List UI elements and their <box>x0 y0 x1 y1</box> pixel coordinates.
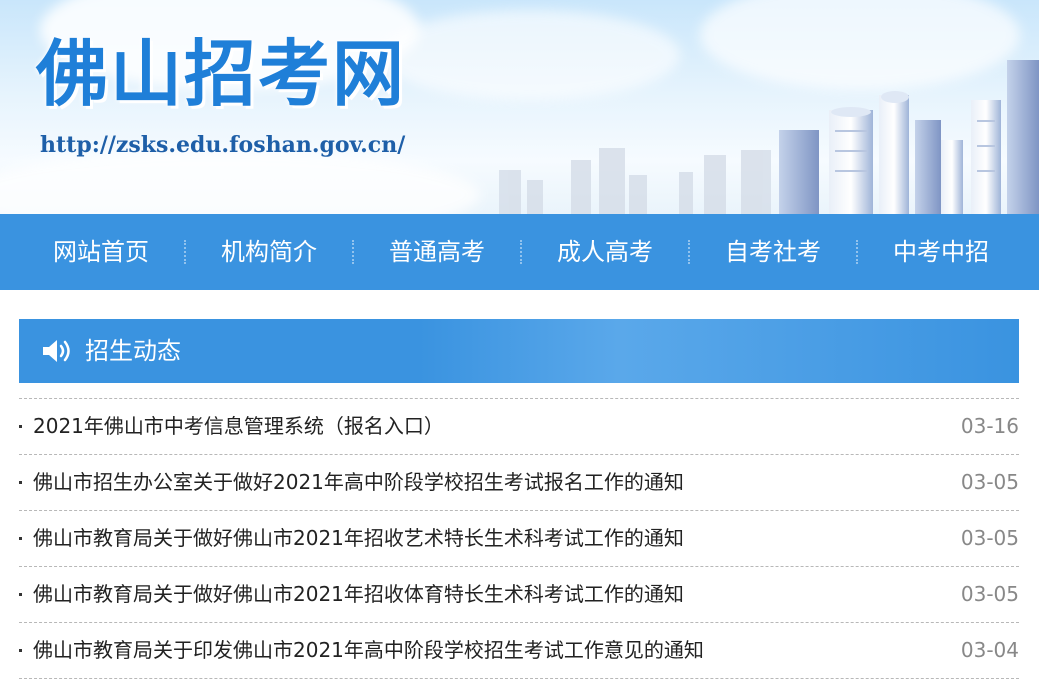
news-title-link[interactable]: 佛山市招生办公室关于做好2021年高中阶段学校招生考试报名工作的通知 <box>33 455 684 510</box>
header-banner: 佛山招考网 http://zsks.edu.foshan.gov.cn/ <box>0 0 1039 214</box>
list-item: 佛山市教育局关于做好佛山市2021年招收体育特长生术科考试工作的通知 03-05 <box>19 566 1019 622</box>
nav-item-home[interactable]: 网站首页 <box>18 214 184 290</box>
nav-item-about[interactable]: 机构简介 <box>186 214 352 290</box>
list-item: 2021年佛山市中考信息管理系统（报名入口） 03-16 <box>19 398 1019 454</box>
speaker-icon <box>43 340 70 362</box>
bullet-icon <box>19 593 22 596</box>
news-date: 03-05 <box>960 526 1019 550</box>
news-date: 03-04 <box>960 638 1019 662</box>
nav-item-self-exam[interactable]: 自考社考 <box>690 214 856 290</box>
news-date: 03-16 <box>960 414 1019 438</box>
bullet-icon <box>19 537 22 540</box>
nav-item-adult-exam[interactable]: 成人高考 <box>522 214 688 290</box>
site-logo-title: 佛山招考网 <box>36 32 407 116</box>
city-skyline-image <box>499 60 1039 214</box>
news-title-link[interactable]: 佛山市教育局关于做好佛山市2021年招收艺术特长生术科考试工作的通知 <box>33 511 684 566</box>
nav-item-gaokao[interactable]: 普通高考 <box>354 214 520 290</box>
bullet-icon <box>19 425 22 428</box>
news-list: 2021年佛山市中考信息管理系统（报名入口） 03-16 佛山市招生办公室关于做… <box>19 398 1019 679</box>
list-item: 佛山市招生办公室关于做好2021年高中阶段学校招生考试报名工作的通知 03-05 <box>19 454 1019 510</box>
site-url: http://zsks.edu.foshan.gov.cn/ <box>40 132 406 158</box>
news-title-link[interactable]: 2021年佛山市中考信息管理系统（报名入口） <box>33 399 444 454</box>
nav-item-zhongkao[interactable]: 中考中招 <box>858 214 1024 290</box>
news-date: 03-05 <box>960 582 1019 606</box>
bullet-icon <box>19 481 22 484</box>
list-item: 佛山市教育局关于做好佛山市2021年招收艺术特长生术科考试工作的通知 03-05 <box>19 510 1019 566</box>
list-item: 佛山市教育局关于印发佛山市2021年高中阶段学校招生考试工作意见的通知 03-0… <box>19 622 1019 679</box>
news-title-link[interactable]: 佛山市教育局关于印发佛山市2021年高中阶段学校招生考试工作意见的通知 <box>33 623 704 678</box>
news-date: 03-05 <box>960 470 1019 494</box>
bullet-icon <box>19 649 22 652</box>
main-nav: 网站首页 机构简介 普通高考 成人高考 自考社考 中考中招 <box>0 214 1039 290</box>
section-header: 招生动态 <box>19 319 1019 383</box>
news-title-link[interactable]: 佛山市教育局关于做好佛山市2021年招收体育特长生术科考试工作的通知 <box>33 567 684 622</box>
section-title: 招生动态 <box>85 337 181 365</box>
